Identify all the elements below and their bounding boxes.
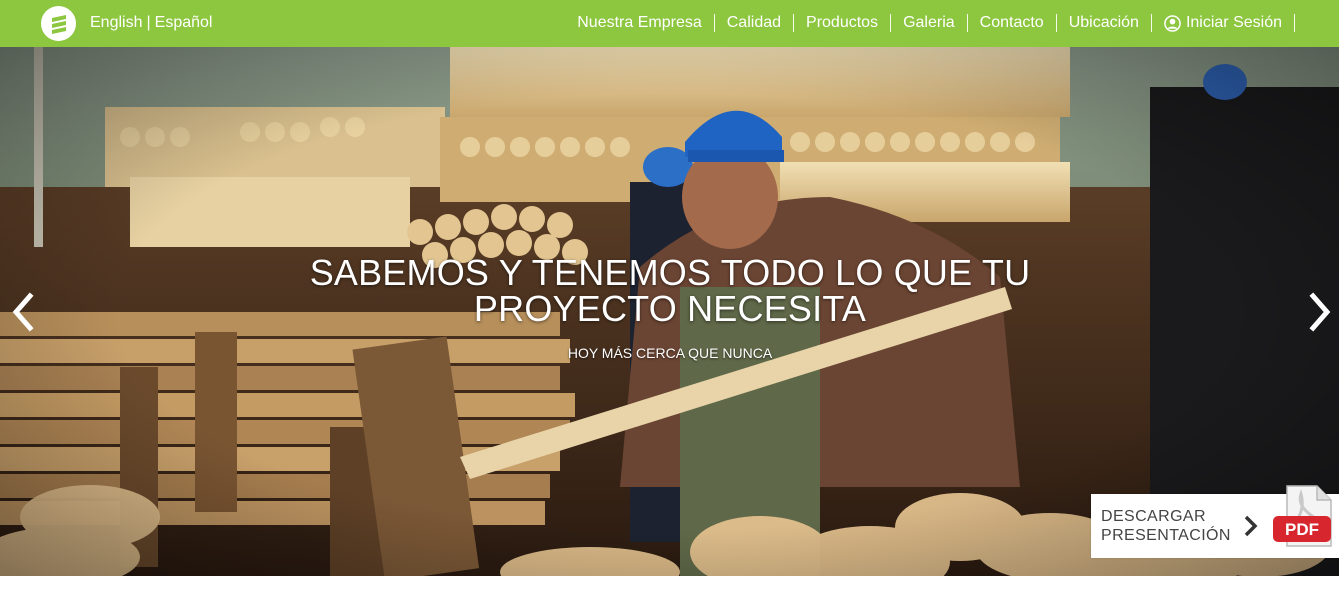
nav-contacto[interactable]: Contacto — [968, 14, 1057, 32]
hero-title: SABEMOS Y TENEMOS TODO LO QUE TU PROYECT… — [309, 252, 1031, 329]
language-switcher: English | Español — [90, 14, 212, 32]
lang-spanish-link[interactable]: Español — [155, 14, 213, 32]
top-navbar: English | Español Nuestra Empresa Calida… — [0, 0, 1339, 47]
chevron-right-icon[interactable] — [1305, 292, 1335, 332]
nav-nuestra-empresa[interactable]: Nuestra Empresa — [577, 14, 715, 32]
download-line1: DESCARGAR — [1101, 508, 1206, 525]
nav-label: Productos — [806, 14, 879, 31]
hero-slider: SABEMOS Y TENEMOS TODO LO QUE TU PROYECT… — [0, 47, 1339, 576]
download-presentation-button[interactable]: DESCARGAR PRESENTACIÓN PDF — [1091, 485, 1339, 558]
lang-separator: | — [146, 14, 151, 31]
pdf-label: PDF — [1285, 520, 1319, 539]
nav-calidad[interactable]: Calidad — [715, 14, 795, 32]
nav-label: Iniciar Sesión — [1185, 14, 1282, 31]
main-nav: Nuestra Empresa Calidad Productos Galeri… — [577, 14, 1295, 32]
nav-label: Contacto — [979, 14, 1044, 31]
nav-label: Ubicación — [1068, 14, 1139, 31]
nav-iniciar-sesion[interactable]: Iniciar Sesión — [1152, 14, 1295, 32]
download-line2: PRESENTACIÓN — [1101, 527, 1231, 544]
hero-subtitle: HOY MÁS CERCA QUE NUNCA — [567, 345, 773, 361]
download-label: DESCARGAR PRESENTACIÓN — [1101, 507, 1231, 545]
chevron-right-icon — [1244, 515, 1258, 537]
user-circle-icon — [1164, 14, 1181, 32]
chevron-left-icon[interactable] — [8, 292, 38, 332]
nav-ubicacion[interactable]: Ubicación — [1057, 14, 1152, 32]
nav-label: Calidad — [726, 14, 782, 31]
nav-galeria[interactable]: Galeria — [891, 14, 968, 32]
nav-label: Nuestra Empresa — [577, 14, 702, 31]
nav-productos[interactable]: Productos — [794, 14, 892, 32]
pdf-file-icon: PDF — [1273, 485, 1332, 547]
brand-logo-icon[interactable] — [41, 6, 76, 41]
nav-label: Galeria — [903, 14, 955, 31]
lang-english-link[interactable]: English — [90, 14, 142, 32]
